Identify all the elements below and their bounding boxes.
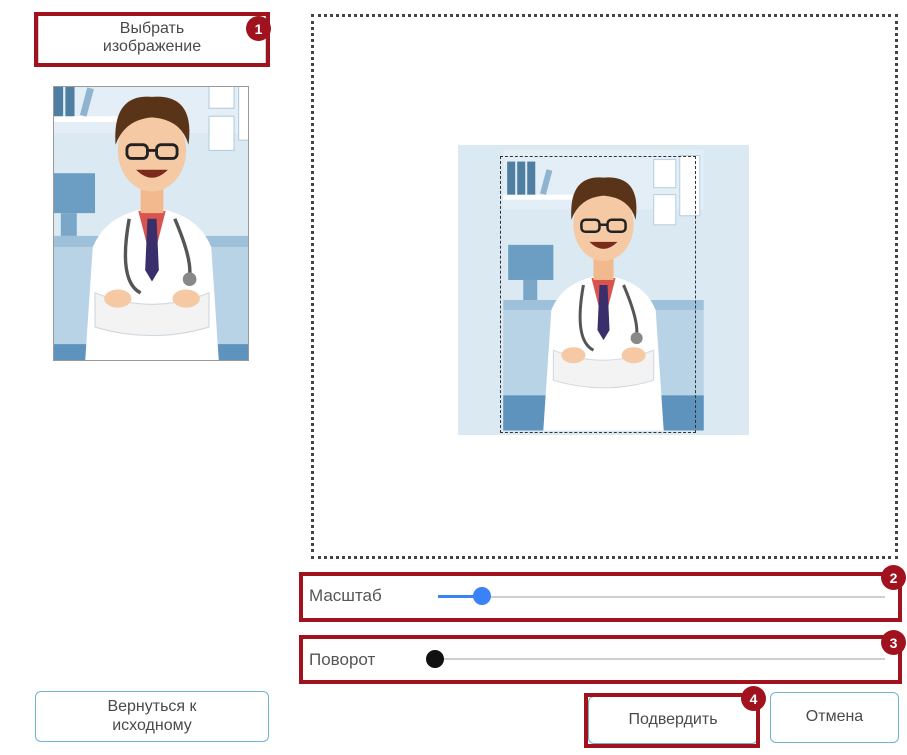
reset-to-original-label: Вернуться к исходному: [107, 698, 197, 734]
rotate-slider-knob[interactable]: [426, 650, 444, 668]
scale-slider-knob[interactable]: [473, 587, 491, 605]
annotation-badge-2: 2: [881, 565, 906, 590]
crop-frame[interactable]: [500, 156, 696, 433]
rotate-slider-track[interactable]: [430, 658, 885, 660]
scale-slider-track[interactable]: [438, 596, 885, 598]
image-thumbnail: [53, 86, 249, 361]
reset-to-original-button[interactable]: Вернуться к исходному: [35, 691, 269, 742]
annotation-badge-4: 4: [741, 686, 766, 711]
annotation-badge-3: 3: [881, 630, 906, 655]
scale-label: Масштаб: [309, 586, 382, 605]
annotation-box-1: [34, 12, 270, 67]
doctor-illustration-thumbnail: [54, 87, 248, 360]
annotation-badge-1: 1: [246, 16, 271, 41]
cancel-button[interactable]: Отмена: [770, 692, 899, 743]
annotation-box-4: [584, 693, 760, 748]
cancel-label: Отмена: [805, 708, 864, 726]
rotate-label: Поворот: [309, 650, 376, 669]
